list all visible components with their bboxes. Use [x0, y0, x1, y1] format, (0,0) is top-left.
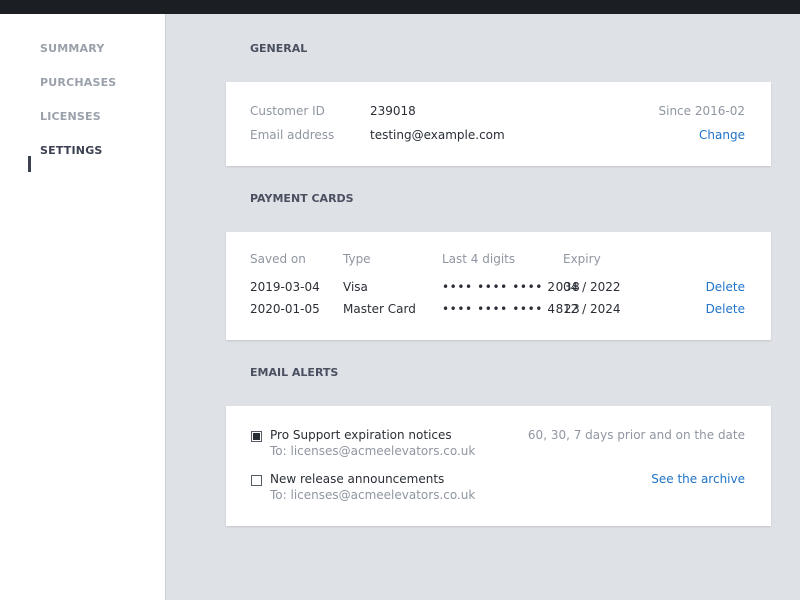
sidebar: SUMMARY PURCHASES LICENSES SETTINGS	[0, 14, 166, 600]
email-alerts-card: Pro Support expiration notices To: licen…	[226, 406, 771, 526]
header-expiry: Expiry	[563, 252, 601, 266]
delete-card-button[interactable]: Delete	[706, 280, 745, 294]
email-label: Email address	[250, 128, 335, 142]
card-type: Visa	[343, 280, 368, 294]
sidebar-item-settings[interactable]: SETTINGS	[40, 144, 103, 157]
change-email-link[interactable]: Change	[699, 128, 745, 142]
sidebar-item-purchases[interactable]: PURCHASES	[40, 76, 116, 89]
alert-label: New release announcements	[270, 472, 445, 486]
sidebar-item-licenses[interactable]: LICENSES	[40, 110, 101, 123]
card-expiry: 04 / 2022	[563, 280, 621, 294]
email-value: testing@example.com	[370, 128, 505, 142]
new-release-checkbox[interactable]	[251, 475, 262, 486]
alert-recipient: To: licenses@acmeelevators.co.uk	[270, 488, 476, 502]
card-expiry: 12 / 2024	[563, 302, 621, 316]
section-title-payment-cards: PAYMENT CARDS	[250, 192, 354, 205]
customer-since: Since 2016-02	[658, 104, 746, 118]
card-type: Master Card	[343, 302, 416, 316]
section-title-email-alerts: EMAIL ALERTS	[250, 366, 339, 379]
header-last-4-digits: Last 4 digits	[442, 252, 516, 266]
customer-id-value: 239018	[370, 104, 416, 118]
alert-schedule: 60, 30, 7 days prior and on the date	[527, 428, 745, 442]
delete-card-button[interactable]: Delete	[706, 302, 745, 316]
card-saved-on: 2020-01-05	[250, 302, 320, 316]
header-saved-on: Saved on	[250, 252, 306, 266]
card-last-digits: •••• •••• •••• 4823	[442, 302, 581, 316]
alert-recipient: To: licenses@acmeelevators.co.uk	[270, 444, 476, 458]
header-type: Type	[343, 252, 371, 266]
section-title-general: GENERAL	[250, 42, 308, 55]
alert-label: Pro Support expiration notices	[270, 428, 452, 442]
sidebar-active-indicator	[28, 156, 31, 172]
top-bar	[0, 0, 800, 14]
sidebar-item-summary[interactable]: SUMMARY	[40, 42, 105, 55]
see-archive-link[interactable]: See the archive	[651, 472, 745, 486]
pro-support-checkbox[interactable]	[251, 431, 262, 442]
payment-cards-card: Saved on Type Last 4 digits Expiry 2019-…	[226, 232, 771, 340]
general-card: Customer ID 239018 Since 2016-02 Email a…	[226, 82, 771, 166]
card-last-digits: •••• •••• •••• 2038	[442, 280, 581, 294]
main-content: GENERAL Customer ID 239018 Since 2016-02…	[166, 14, 800, 600]
card-saved-on: 2019-03-04	[250, 280, 320, 294]
customer-id-label: Customer ID	[250, 104, 325, 118]
